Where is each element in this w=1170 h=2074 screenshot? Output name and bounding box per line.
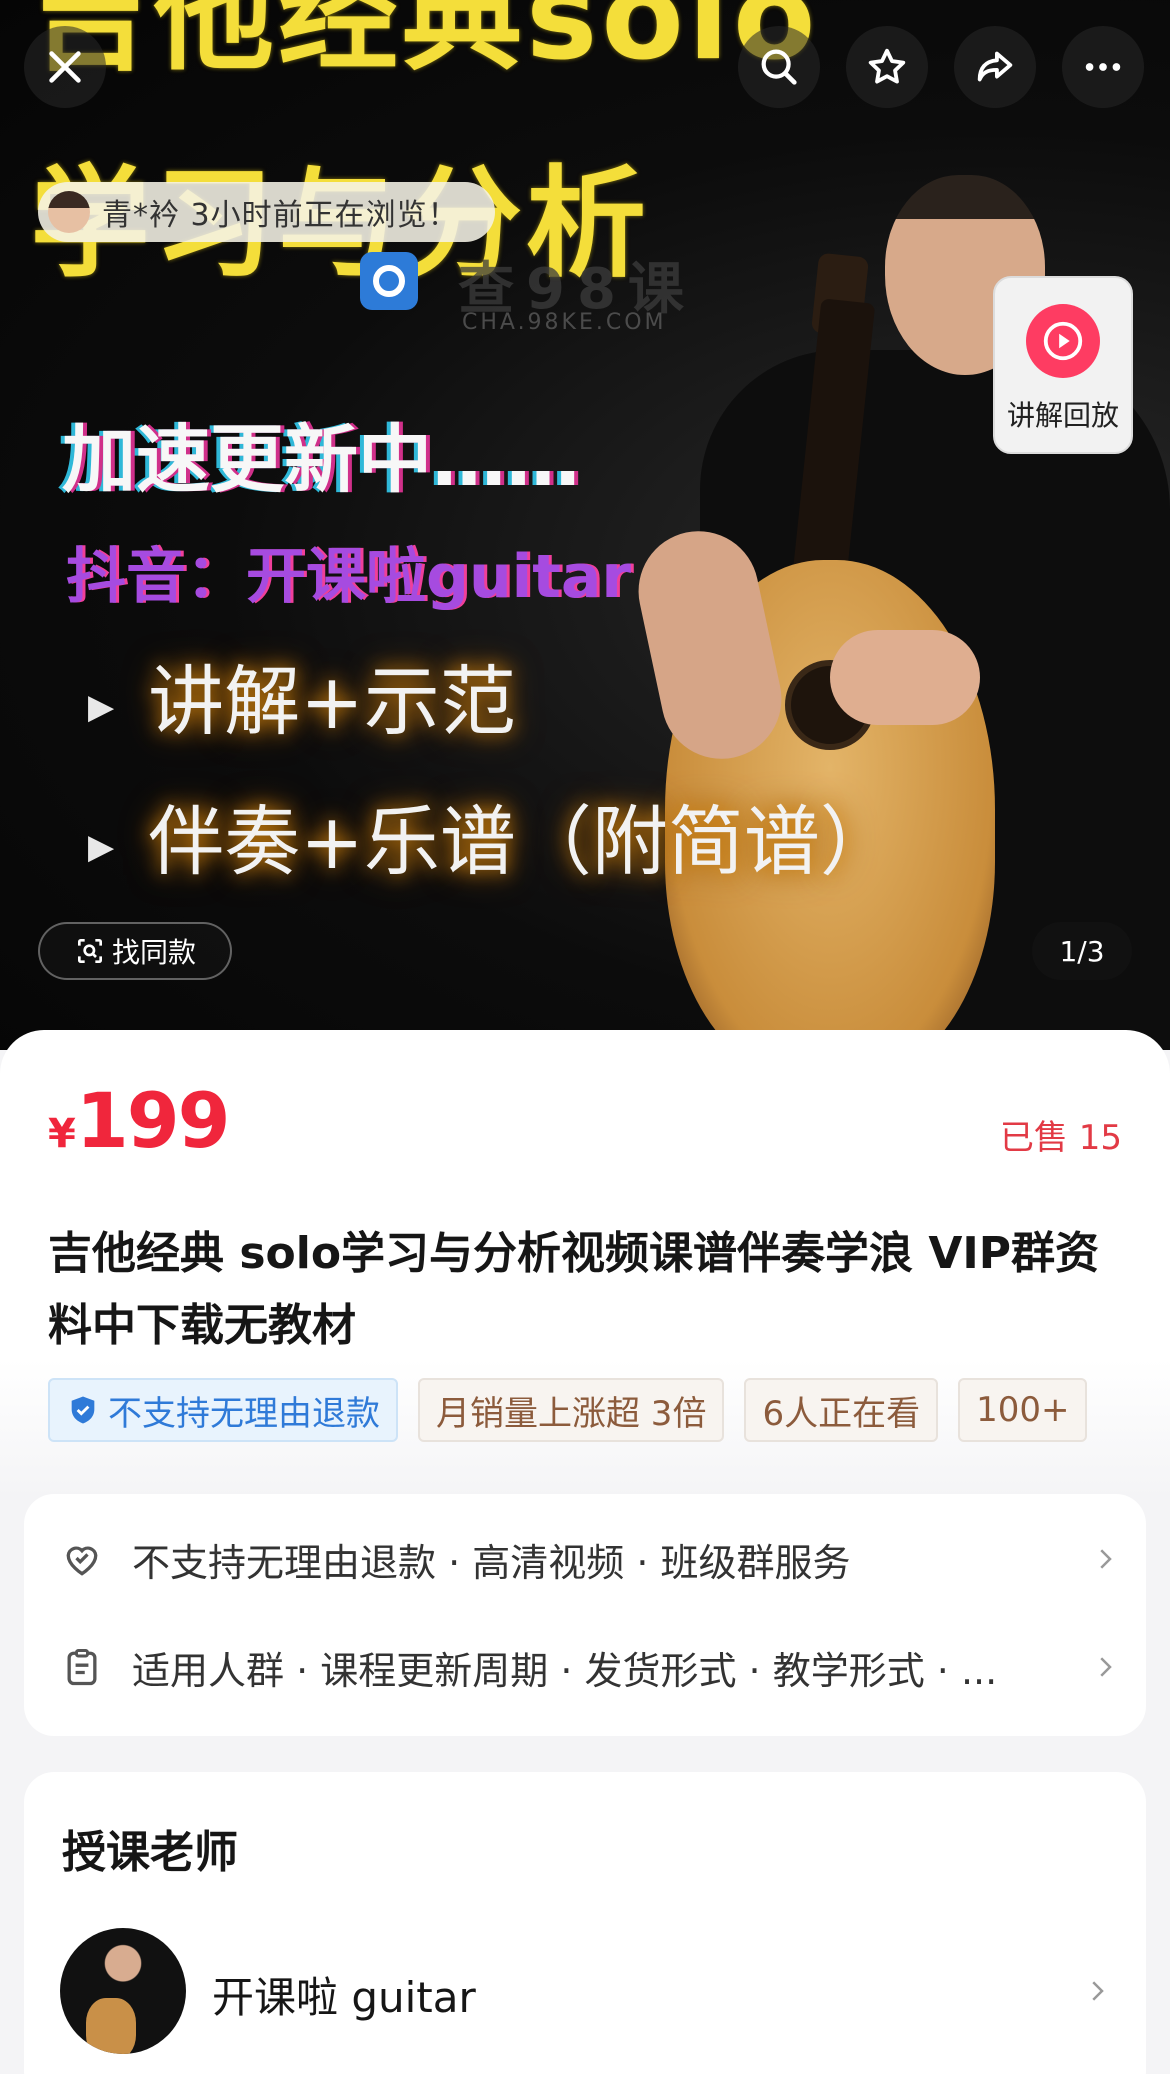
close-button[interactable]: [24, 26, 106, 108]
price: ¥199: [48, 1076, 231, 1165]
course-params-text: 适用人群 · 课程更新周期 · 发货形式 · 教学形式 · ...: [132, 1648, 998, 1693]
teacher-heading: 授课老师: [62, 1827, 238, 1878]
product-image-carousel[interactable]: 吉他经典solo 学习与分析 加速更新中…… 抖音：开课啦guitar ▶讲解+…: [0, 0, 1170, 1050]
tag-no-refund-label: 不支持无理由退款: [108, 1393, 380, 1434]
course-params-row[interactable]: 适用人群 · 课程更新周期 · 发货形式 · 教学形式 · ...: [60, 1622, 1120, 1712]
share-icon: [977, 51, 1013, 82]
play-icon: [1026, 304, 1100, 378]
chevron-right-icon[interactable]: [1082, 1976, 1112, 2006]
sold-count: 已售 15: [999, 1118, 1122, 1158]
teacher-card: 授课老师 开课啦 guitar: [24, 1772, 1146, 2074]
viewer-avatar: [48, 191, 90, 233]
product-tags: 不支持无理由退款 月销量上涨超 3倍 6人正在看 100+: [48, 1378, 1122, 1444]
search-button[interactable]: [738, 26, 820, 108]
find-similar-label: 找同款: [111, 936, 196, 969]
favorite-button[interactable]: [846, 26, 928, 108]
star-icon: [868, 48, 906, 84]
tag-sales-up[interactable]: 月销量上涨超 3倍: [418, 1378, 725, 1442]
product-info-panel: ¥199 已售 15 吉他经典 solo学习与分析视频课谱伴奏学浪 VIP群资料…: [0, 1030, 1170, 1500]
more-button[interactable]: [1062, 26, 1144, 108]
tag-viewers[interactable]: 6人正在看: [744, 1378, 939, 1442]
product-title: 吉他经典 solo学习与分析视频课谱伴奏学浪 VIP群资料中下载无教材: [48, 1228, 1100, 1351]
recent-viewer-text: 青*衿 3小时前正在浏览！: [102, 198, 459, 233]
chevron-right-icon: [1100, 1657, 1112, 1677]
recent-viewer-pill: 青*衿 3小时前正在浏览！: [38, 182, 495, 242]
close-icon: [49, 51, 81, 83]
watermark-subtext: CHA.98KE.COM: [462, 310, 667, 335]
bullet-triangle-icon: ▶: [88, 827, 115, 867]
hero-bullet-1: ▶ 讲解+示范: [88, 657, 516, 746]
search-icon: [761, 49, 797, 85]
heart-icon: [66, 1546, 98, 1576]
tag-no-refund[interactable]: 不支持无理由退款: [48, 1378, 398, 1442]
tag-more[interactable]: 100+: [958, 1378, 1088, 1442]
teacher-avatar[interactable]: [60, 1928, 186, 2054]
service-guarantee-text: 不支持无理由退款 · 高清视频 · 班级群服务: [132, 1540, 851, 1585]
find-similar-button[interactable]: 找同款: [38, 922, 232, 980]
hero-bullet-2: ▶ 伴奏+乐谱（附简谱）: [88, 797, 896, 886]
price-currency: ¥: [48, 1111, 76, 1157]
scan-icon: [77, 939, 102, 963]
explain-replay-label: 讲解回放: [1006, 399, 1119, 432]
teacher-hand: [830, 630, 980, 725]
price-value: 199: [75, 1076, 231, 1165]
service-card: 不支持无理由退款 · 高清视频 · 班级群服务 适用人群 · 课程更新周期 · …: [24, 1494, 1146, 1736]
share-button[interactable]: [954, 26, 1036, 108]
shield-icon: [71, 1396, 95, 1424]
hero-douyin-text: 抖音：开课啦guitar: [66, 542, 631, 612]
chevron-right-icon: [1100, 1549, 1112, 1569]
more-icon: [1085, 63, 1121, 71]
watermark-logo-icon: [360, 252, 418, 310]
service-guarantee-row[interactable]: 不支持无理由退款 · 高清视频 · 班级群服务: [60, 1514, 1120, 1604]
bullet-triangle-icon: ▶: [88, 687, 115, 727]
hero-update-text: 加速更新中……: [62, 417, 580, 503]
teacher-name[interactable]: 开课啦 guitar: [212, 1964, 476, 2025]
explain-replay-button[interactable]: 讲解回放: [993, 276, 1133, 454]
hero-title-line1: 吉他经典solo: [30, 0, 820, 87]
image-pager: 1/3: [1032, 922, 1132, 980]
clipboard-icon: [67, 1649, 97, 1686]
